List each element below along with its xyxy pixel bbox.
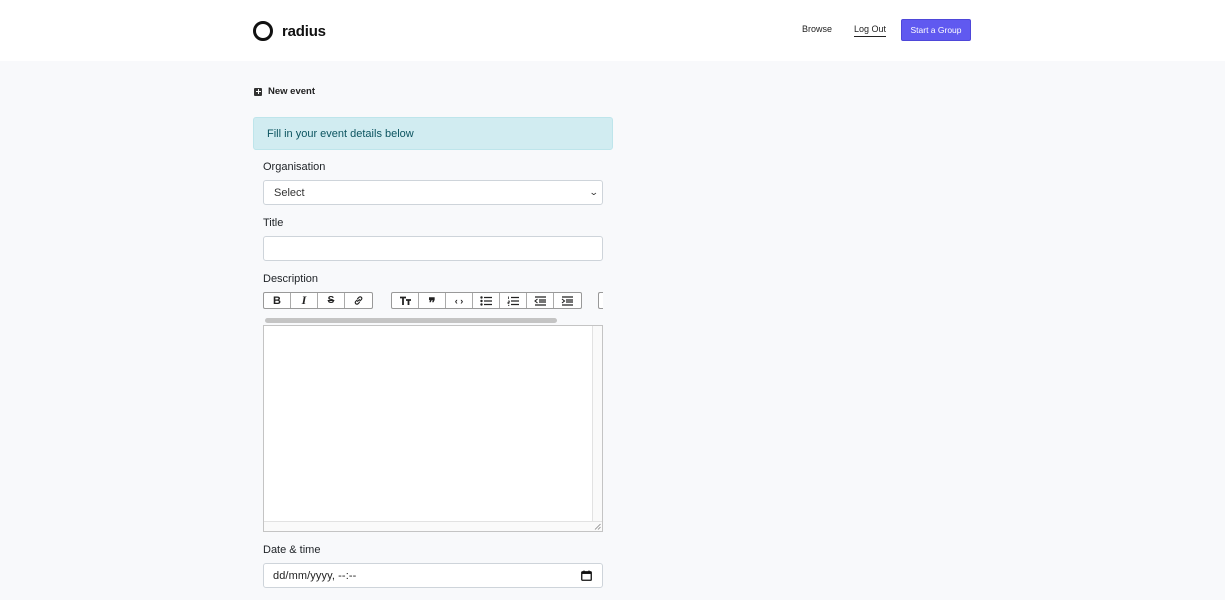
top-navbar: radius Browse Log Out Start a Group bbox=[0, 0, 1225, 61]
editor-toolbar-overflow-button[interactable] bbox=[598, 292, 603, 309]
chevron-down-icon: ⌄ bbox=[589, 187, 600, 197]
title-input[interactable] bbox=[263, 236, 603, 261]
info-alert: Fill in your event details below bbox=[253, 117, 613, 150]
link-button[interactable] bbox=[345, 293, 372, 308]
calendar-icon[interactable] bbox=[581, 570, 592, 581]
strikethrough-button[interactable]: S bbox=[318, 293, 345, 308]
heading-icon bbox=[399, 296, 411, 305]
numbered-list-icon bbox=[507, 296, 519, 306]
description-label: Description bbox=[263, 273, 319, 285]
bold-icon: B bbox=[273, 294, 281, 307]
heading-button[interactable] bbox=[392, 293, 419, 308]
bullet-list-button[interactable] bbox=[473, 293, 500, 308]
quote-icon: ❞ bbox=[428, 295, 436, 310]
editor-vertical-scrollbar[interactable] bbox=[592, 326, 602, 522]
start-group-button[interactable]: Start a Group bbox=[901, 19, 971, 41]
italic-button[interactable]: I bbox=[291, 293, 318, 308]
page-heading: New event bbox=[254, 86, 315, 97]
quote-button[interactable]: ❞ bbox=[419, 293, 446, 310]
italic-icon: I bbox=[301, 293, 307, 307]
outdent-button[interactable] bbox=[527, 293, 554, 308]
indent-button[interactable] bbox=[554, 293, 581, 308]
page-title: New event bbox=[268, 86, 315, 97]
nav-browse-link[interactable]: Browse bbox=[802, 24, 832, 34]
code-button[interactable]: ‹ › bbox=[446, 293, 473, 308]
toolbar-scrollbar[interactable] bbox=[265, 318, 557, 323]
bold-button[interactable]: B bbox=[264, 293, 291, 308]
datetime-input[interactable]: dd/mm/yyyy, --:-- bbox=[263, 563, 603, 588]
editor-horizontal-scrollbar[interactable] bbox=[264, 521, 602, 531]
organisation-selected-value: Select bbox=[274, 187, 305, 199]
outdent-icon bbox=[533, 295, 546, 306]
link-icon bbox=[354, 296, 363, 305]
datetime-label: Date & time bbox=[263, 544, 321, 556]
resize-grip-icon[interactable] bbox=[594, 523, 601, 530]
bullet-list-icon bbox=[479, 295, 492, 306]
description-editor[interactable] bbox=[263, 325, 603, 532]
numbered-list-button[interactable] bbox=[500, 293, 527, 308]
editor-toolbar-block-group: ❞ ‹ › bbox=[391, 292, 582, 309]
indent-icon bbox=[561, 295, 573, 306]
brand-logo[interactable]: radius bbox=[253, 21, 326, 41]
organisation-label: Organisation bbox=[263, 161, 326, 173]
strikethrough-icon: S bbox=[327, 295, 335, 306]
plus-square-icon bbox=[254, 87, 262, 96]
title-label: Title bbox=[263, 217, 284, 229]
brand-name: radius bbox=[282, 22, 326, 40]
datetime-placeholder: dd/mm/yyyy, --:-- bbox=[273, 570, 357, 582]
editor-toolbar-format-group: B I S bbox=[263, 292, 373, 309]
nav-logout-link[interactable]: Log Out bbox=[854, 24, 887, 37]
code-icon: ‹ › bbox=[454, 295, 464, 306]
organisation-select[interactable]: Select ⌄ bbox=[263, 180, 603, 205]
logo-ring-icon bbox=[253, 21, 273, 41]
